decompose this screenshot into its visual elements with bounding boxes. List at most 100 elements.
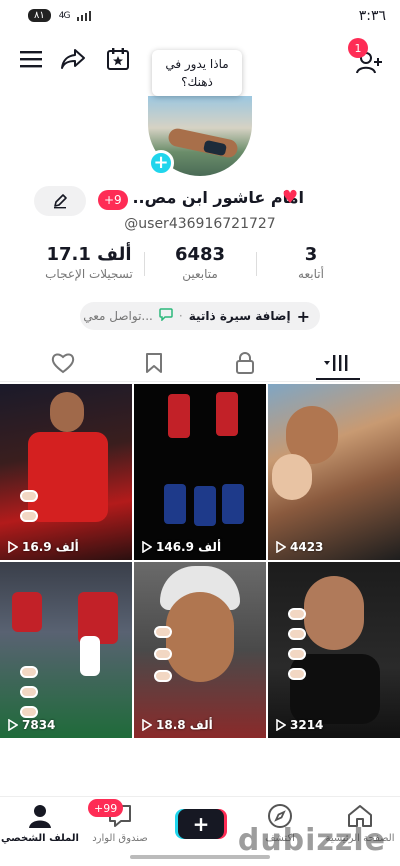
video-tile[interactable]: 3214 [268,562,400,738]
followers-label: متابعين [182,267,218,281]
video-tile[interactable]: 18.8 ألف [134,562,266,738]
play-icon [276,719,286,731]
status-time: ٣:٣٦ [358,8,386,24]
nav-profile[interactable]: الملف الشخصي [0,803,80,844]
video-views: 18.8 ألف [142,718,213,732]
heart-outline-icon [51,353,75,374]
play-icon [8,719,18,731]
thumb-player [12,592,42,632]
bottom-navigation: الصفحة الرئيسية اكتشف + صندوق الوارد +99… [0,796,400,866]
videos-grid-icon [324,355,348,371]
display-name: امام عاشور ابن مص... [132,188,304,207]
video-tile[interactable]: 7834 [0,562,132,738]
thumb-emoji [20,706,38,718]
separator-dot: · [178,309,183,323]
video-views: 4423 [276,540,323,554]
video-views: 16.9 ألف [8,540,79,554]
thumb-child [272,454,312,500]
thumb-emoji [20,490,38,502]
video-tile[interactable]: 4423 [268,384,400,560]
view-count: 16.9 ألف [22,540,79,554]
play-icon [142,541,152,553]
create-button[interactable]: + [178,809,224,839]
view-count: 18.8 ألف [156,718,213,732]
thumb-player [80,636,100,676]
following-label: أتابعه [298,267,324,281]
thumb-shirt [28,432,108,522]
heart-icon: ♥ [282,187,299,208]
likes-label: تسجيلات الإعجاب [45,267,133,281]
thumb-face [304,576,364,650]
followers-stat[interactable]: 6483 متابعين [145,244,255,281]
add-bio-button[interactable]: تواصل معي... · إضافة سيرة ذاتية + [80,302,320,330]
add-story-icon[interactable]: + [148,150,174,176]
view-count: 4423 [290,540,324,554]
username: @user436916721727 [124,216,276,232]
video-views: 7834 [8,718,55,732]
likes-stat[interactable]: 17.1 ألف تسجيلات الإعجاب [34,244,144,281]
thumb-emoji [288,628,306,640]
share-icon[interactable] [58,44,88,74]
contact-label: تواصل معي... [83,309,153,323]
tab-liked[interactable] [13,348,113,378]
inbox-badge: +99 [88,799,124,817]
profile-stats: 3 أتابعه 6483 متابعين 17.1 ألف تسجيلات ا… [0,244,400,288]
thumb-emoji [288,668,306,680]
name-badge[interactable]: +9 [98,190,128,210]
video-tile[interactable]: 146.9 ألف [134,384,266,560]
edit-profile-button[interactable] [34,186,86,216]
view-count: 3214 [290,718,324,732]
play-icon [8,541,18,553]
tab-private[interactable] [195,348,295,378]
video-views: 146.9 ألف [142,540,221,554]
lock-icon [236,352,254,374]
thumb-emoji [288,648,306,660]
thumb-emoji [20,686,38,698]
tab-videos[interactable] [288,348,388,378]
thumb-player [194,486,216,526]
thumb-shirt [290,654,380,724]
thumb-emoji [154,670,172,682]
profile-name-row: +9 امام عاشور ابن مص... ♥ [0,186,400,216]
view-count: 7834 [22,718,56,732]
thumb-player [222,484,244,524]
nav-profile-label: الملف الشخصي [1,833,79,844]
status-bar: ٨١ 4G ٣:٣٦ [0,0,400,34]
thumb-emoji [20,510,38,522]
play-icon [276,541,286,553]
video-tile[interactable]: 16.9 ألف [0,384,132,560]
status-indicators: ٨١ 4G [28,9,92,22]
thumb-emoji [20,666,38,678]
thumb-emoji [288,608,306,620]
thumb-face [50,392,84,432]
view-count: 146.9 ألف [156,540,222,554]
active-tab-underline [316,378,360,380]
thumb-emoji [154,626,172,638]
nav-inbox-label: صندوق الوارد [92,833,148,844]
signal-icon [77,10,92,21]
menu-icon[interactable] [16,44,46,74]
following-stat[interactable]: 3 أتابعه [256,244,366,281]
thumb-player [168,394,190,438]
profile-icon [0,803,80,829]
followers-count: 6483 [174,244,226,265]
stat-divider [256,252,257,276]
video-grid: 4423 146.9 ألف 16.9 ألف 3214 18.8 ألف 78… [0,384,400,740]
thumb-emoji [154,648,172,660]
thumb-player [216,392,238,436]
thumb-player [164,484,186,524]
pencil-icon [54,194,67,209]
home-indicator[interactable] [130,855,270,859]
bookmark-icon [146,353,162,373]
profile-tabs [0,344,400,382]
avatar-photo-figure [166,126,240,160]
tab-favorites[interactable] [104,348,204,378]
notification-badge[interactable]: 1 [348,38,368,58]
status-prompt-tooltip[interactable]: ماذا يدور في ذهنك؟ [152,50,242,96]
battery-level: ٨١ [28,9,51,22]
calendar-star-icon[interactable] [103,44,133,74]
thumb-face [166,592,234,682]
add-bio-label: إضافة سيرة ذاتية [188,309,291,323]
video-views: 3214 [276,718,323,732]
network-type: 4G [58,10,71,21]
